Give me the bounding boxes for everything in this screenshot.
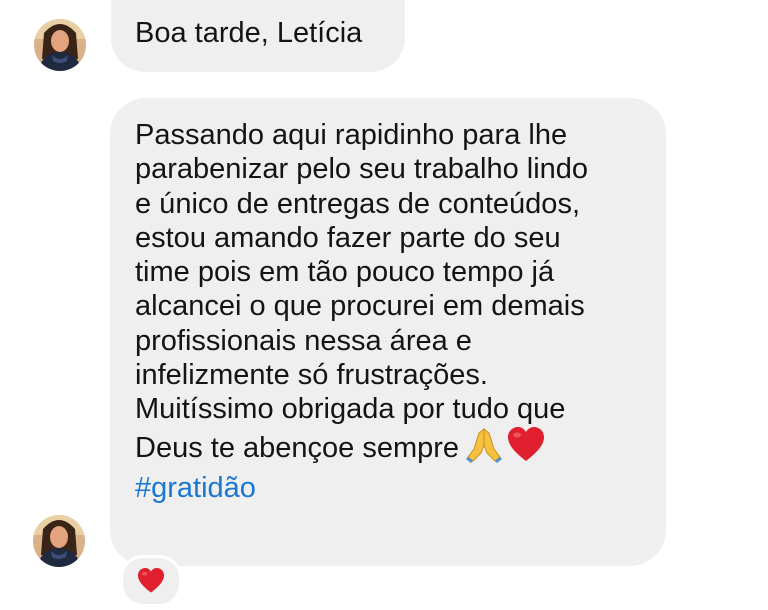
message-line: Passando aqui rapidinho para lhe — [135, 119, 568, 151]
red-heart-icon — [507, 426, 545, 471]
red-heart-icon — [138, 568, 164, 593]
avatar-photo-icon — [33, 515, 85, 567]
heart-reaction-badge[interactable] — [120, 555, 182, 607]
sender-avatar[interactable] — [34, 19, 86, 71]
message-line: estou amando fazer parte do seu — [135, 221, 561, 254]
message-bubble-main[interactable]: Passando aqui rapidinho para lhe paraben… — [110, 98, 666, 566]
hashtag-link[interactable]: #gratidão — [135, 471, 646, 505]
message-line-with-emoji: Deus te abençoe sempre — [135, 426, 646, 471]
message-line: infelizmente só frustrações. — [135, 359, 488, 392]
message-line: alcancei o que procurei em demais — [135, 290, 585, 323]
message-line: time pois em tão pouco tempo já — [135, 256, 555, 289]
folded-hands-icon — [465, 427, 503, 471]
message-line: Muitíssimo obrigada por tudo que — [135, 393, 566, 426]
sender-avatar[interactable] — [33, 515, 85, 567]
message-line: Deus te abençoe sempre — [135, 431, 460, 464]
message-text: Boa tarde, Letícia — [135, 17, 363, 49]
message-line: e único de entregas de conteúdos, — [135, 187, 580, 220]
message-line: parabenizar pelo seu trabalho lindo — [135, 153, 589, 186]
message-line: profissionais nessa área e — [135, 324, 472, 357]
avatar-photo-icon — [34, 19, 86, 71]
message-bubble-greeting[interactable]: Boa tarde, Letícia — [111, 0, 405, 72]
